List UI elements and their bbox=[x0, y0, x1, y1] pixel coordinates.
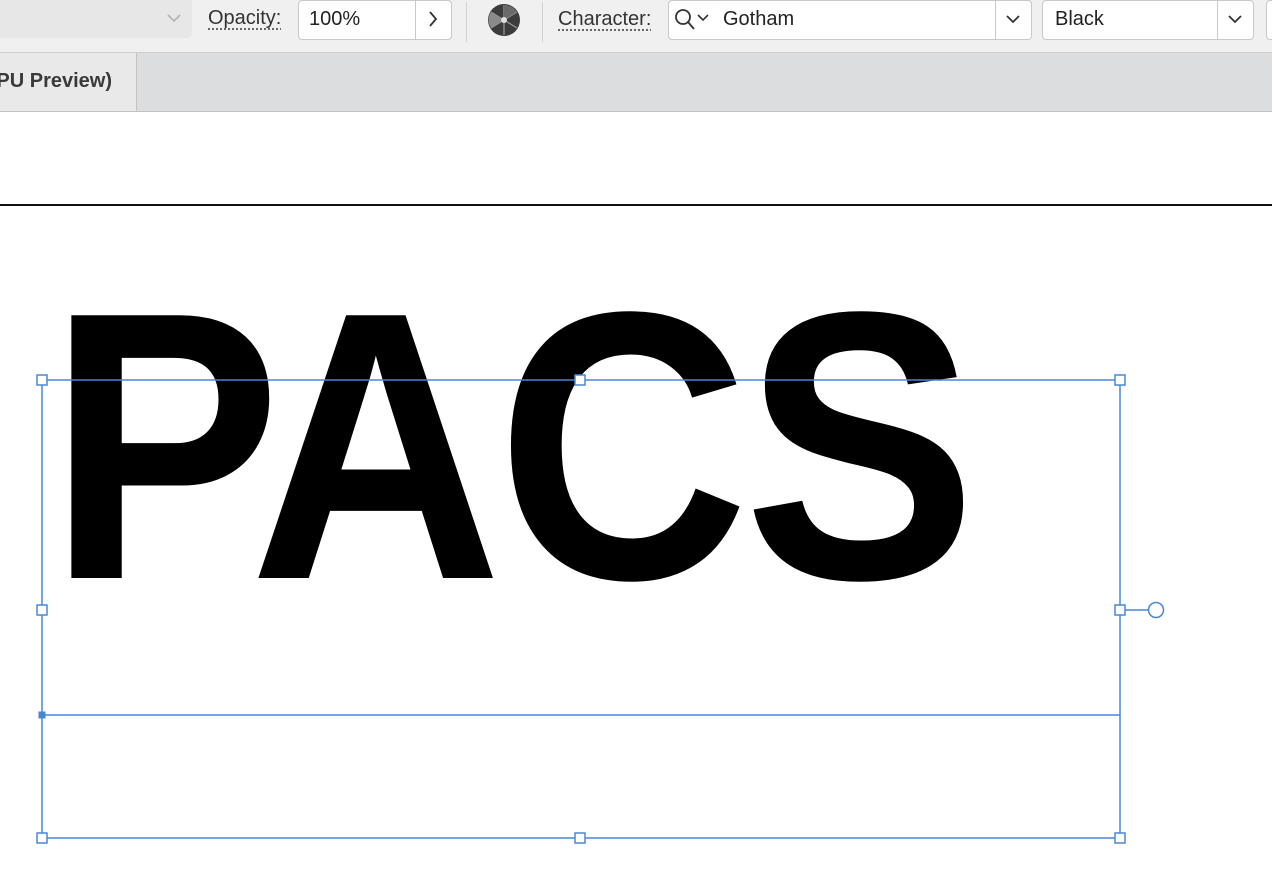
resize-handle-right[interactable] bbox=[1114, 604, 1126, 616]
resize-handle-top-right[interactable] bbox=[1114, 374, 1126, 386]
bounding-box-outline bbox=[41, 379, 1121, 839]
resize-handle-bottom-right[interactable] bbox=[1114, 832, 1126, 844]
resize-handle-top[interactable] bbox=[574, 374, 586, 386]
resize-handle-bottom[interactable] bbox=[574, 832, 586, 844]
resize-handle-left[interactable] bbox=[36, 604, 48, 616]
resize-handle-top-left[interactable] bbox=[36, 374, 48, 386]
point-type-widget[interactable] bbox=[1147, 601, 1165, 619]
resize-handle-bottom-left[interactable] bbox=[36, 832, 48, 844]
baseline-anchor[interactable] bbox=[38, 711, 46, 719]
selection-bounding-box bbox=[36, 374, 1165, 844]
